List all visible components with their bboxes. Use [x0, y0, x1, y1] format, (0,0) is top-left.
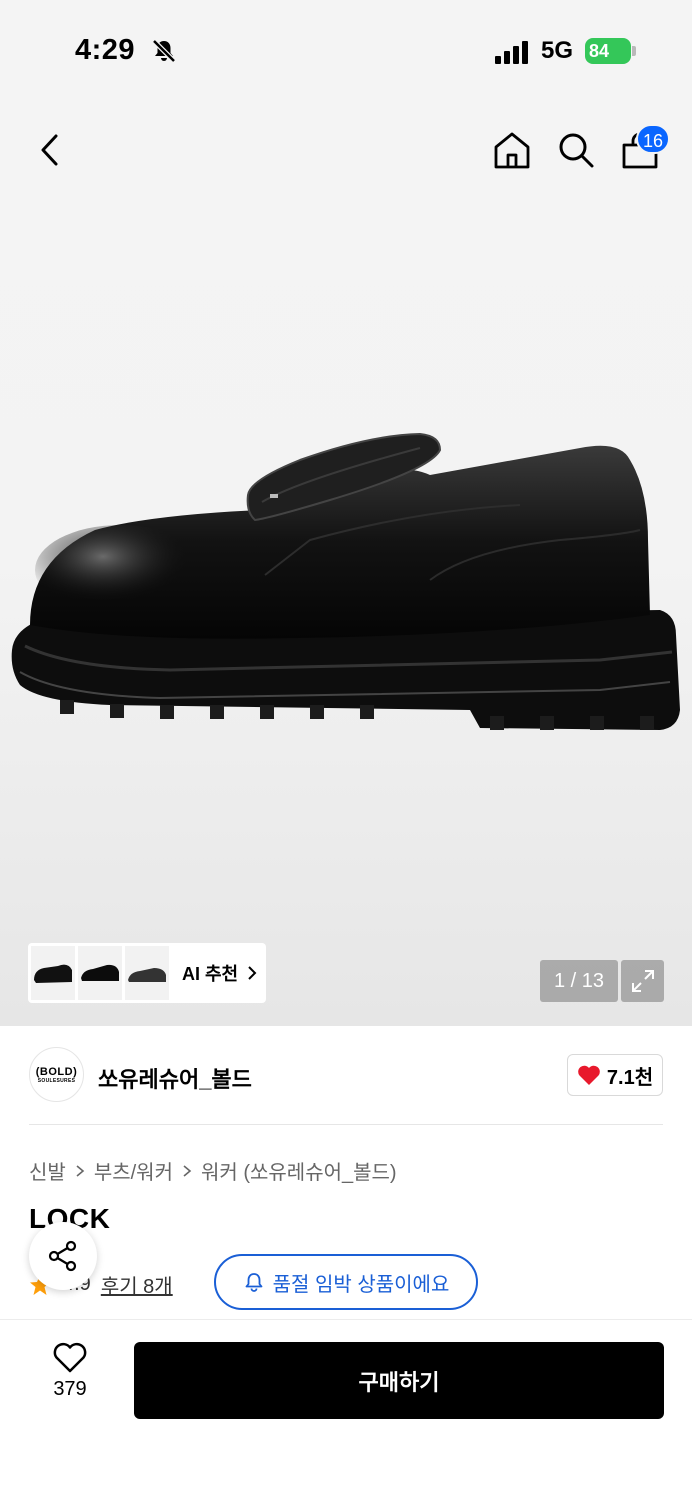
bottom-bar-divider: [0, 1319, 692, 1320]
image-page-counter: 1 / 13: [540, 960, 618, 1002]
heart-outline-icon: [53, 1342, 87, 1373]
chevron-right-icon: [248, 966, 257, 980]
breadcrumb-item[interactable]: 워커 (쏘유레슈어_볼드): [201, 1156, 397, 1185]
signal-icon: [495, 41, 528, 64]
stock-notice-chip[interactable]: 품절 임박 상품이에요: [214, 1254, 478, 1310]
bell-icon: [245, 1273, 263, 1292]
battery-cap: [632, 46, 636, 56]
brand-logo[interactable]: (BOLD) SOULESURES: [29, 1047, 84, 1102]
brand-like-button[interactable]: 7.1천: [567, 1054, 663, 1096]
brand-like-count: 7.1천: [606, 1066, 654, 1089]
back-icon[interactable]: [34, 130, 66, 170]
shoe-thumbnail-icon: [81, 964, 119, 981]
status-time: 4:29: [75, 34, 136, 66]
search-icon[interactable]: [556, 130, 596, 170]
wishlist-count: 379: [53, 1378, 87, 1400]
cart-count-badge: 16: [636, 124, 670, 154]
breadcrumb: 신발 부츠/워커 워커 (쏘유레슈어_볼드): [29, 1156, 397, 1185]
ai-recommend-strip[interactable]: AI 추천: [28, 943, 266, 1003]
brand-logo-main-text: (BOLD): [35, 1065, 78, 1078]
expand-icon: [631, 970, 654, 992]
shoe-thumbnail-icon: [34, 964, 72, 983]
recommend-thumbnail[interactable]: [78, 946, 122, 1000]
divider: [29, 1124, 663, 1125]
ai-recommend-label: AI 추천: [182, 964, 239, 984]
recommend-thumbnail[interactable]: [31, 946, 75, 1000]
expand-image-button[interactable]: [621, 960, 664, 1002]
chevron-right-icon: [76, 1164, 85, 1177]
stock-notice-text: 품절 임박 상품이에요: [272, 1273, 450, 1296]
home-icon[interactable]: [492, 130, 532, 170]
network-label: 5G: [541, 37, 574, 64]
brand-name[interactable]: 쏘유레슈어_볼드: [98, 1062, 252, 1094]
share-icon: [48, 1240, 77, 1272]
chevron-right-icon: [183, 1164, 192, 1177]
status-bar: 4:29 5G 84: [0, 0, 692, 100]
shoe-thumbnail-icon: [128, 968, 166, 982]
wishlist-button[interactable]: 379: [36, 1342, 104, 1418]
brand-logo-sub-text: SOULESURES: [37, 1077, 76, 1084]
breadcrumb-item[interactable]: 신발: [29, 1156, 66, 1185]
buy-button[interactable]: 구매하기: [134, 1342, 664, 1419]
product-image[interactable]: [0, 420, 692, 750]
battery-level: 84: [585, 38, 631, 64]
review-link[interactable]: 후기 8개: [101, 1270, 173, 1299]
breadcrumb-item[interactable]: 부츠/워커: [94, 1156, 173, 1185]
heart-filled-icon: [578, 1065, 600, 1085]
recommend-thumbnail[interactable]: [125, 946, 169, 1000]
battery-indicator: 84: [585, 38, 637, 64]
bell-off-icon: [152, 39, 176, 63]
share-button[interactable]: [29, 1222, 97, 1290]
